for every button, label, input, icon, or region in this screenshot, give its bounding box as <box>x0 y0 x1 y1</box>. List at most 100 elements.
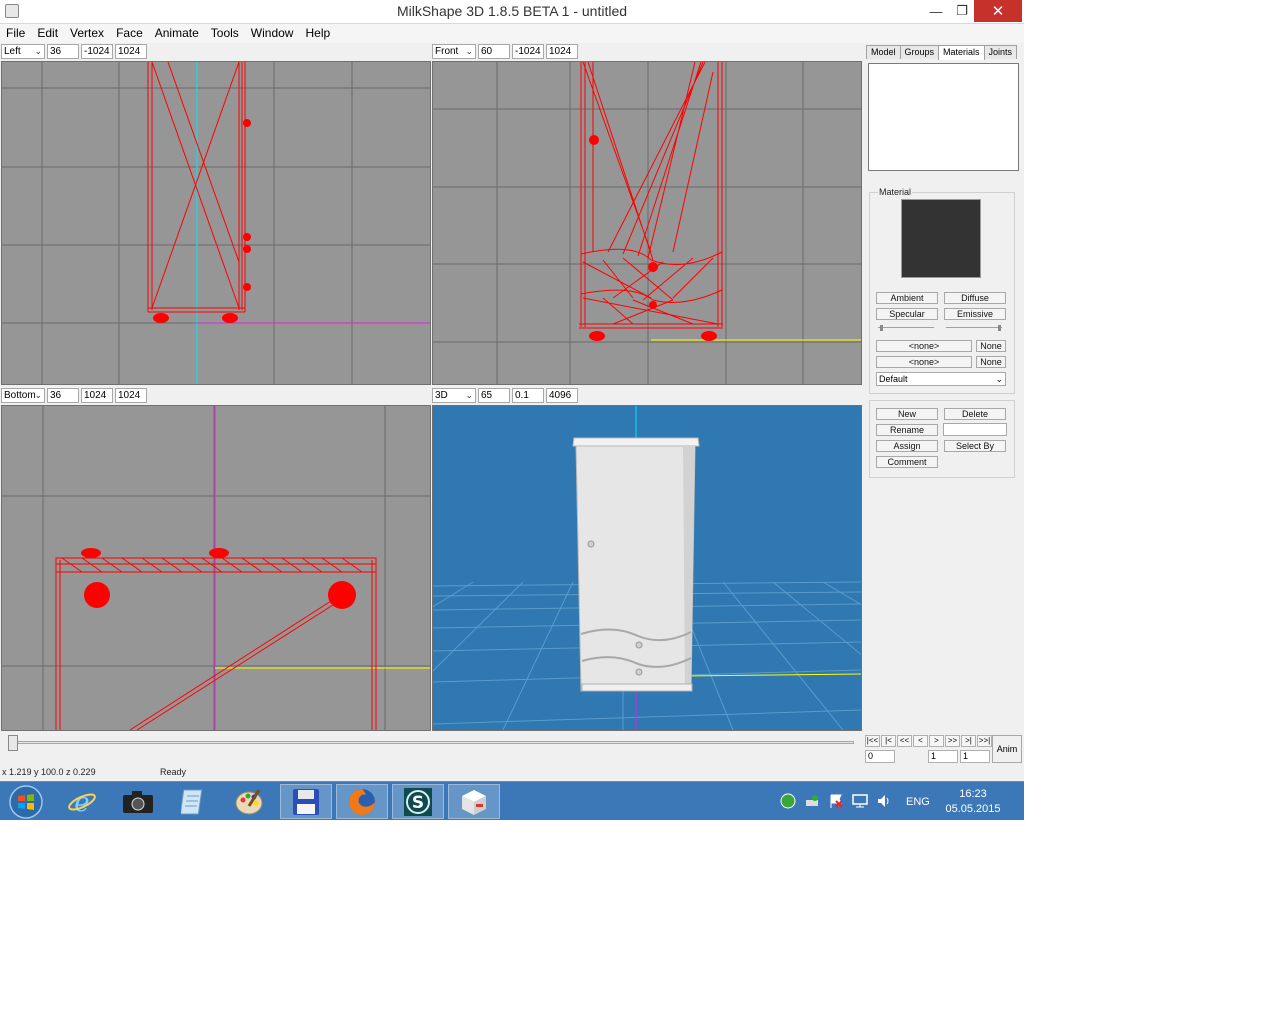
view-select-3d[interactable]: 3D ⌄ <box>432 388 476 403</box>
assign-button[interactable]: Assign <box>876 440 938 452</box>
menu-tools[interactable]: Tools <box>205 24 245 43</box>
current-frame-field[interactable]: 0 <box>865 750 895 763</box>
menu-vertex[interactable]: Vertex <box>64 24 110 43</box>
menu-edit[interactable]: Edit <box>31 24 64 43</box>
viewport-toolbar-left: Left ⌄ 36 -1024 1024 <box>1 43 147 60</box>
floppy-save-icon[interactable] <box>280 784 332 819</box>
language-indicator[interactable]: ENG <box>906 796 930 808</box>
start-frame-field[interactable]: 1 <box>928 750 958 763</box>
alpha-none-button[interactable]: None <box>976 356 1006 368</box>
milkshape-window: MilkShape 3D 1.8.5 BETA 1 - untitled — ❐… <box>0 0 1024 820</box>
near-field-front[interactable]: -1024 <box>512 44 544 59</box>
fast-forward-button[interactable]: >> <box>945 735 960 747</box>
start-button[interactable] <box>0 784 52 819</box>
viewport-toolbar-3d: 3D ⌄ 65 0.1 4096 <box>432 387 578 404</box>
menu-animate[interactable]: Animate <box>149 24 205 43</box>
taskbar-clock[interactable]: 16:23 05.05.2015 <box>942 787 1004 817</box>
diffuse-button[interactable]: Diffuse <box>944 292 1006 304</box>
far-field-front[interactable]: 1024 <box>546 44 578 59</box>
rename-input[interactable] <box>943 423 1007 436</box>
chevron-down-icon: ⌄ <box>34 46 42 56</box>
comment-button[interactable]: Comment <box>876 456 938 468</box>
delete-button[interactable]: Delete <box>944 408 1006 420</box>
notepad-icon[interactable] <box>168 784 220 819</box>
maximize-button[interactable]: ❐ <box>950 0 974 22</box>
next-frame-button[interactable]: > <box>929 735 944 747</box>
close-button[interactable]: ✕ <box>974 0 1022 22</box>
material-color-swatch[interactable] <box>901 199 981 278</box>
tray-tool-icon[interactable] <box>804 793 820 812</box>
near-field-3d[interactable]: 0.1 <box>512 388 544 403</box>
prev-frame-button[interactable]: < <box>913 735 928 747</box>
anim-button[interactable]: Anim <box>992 735 1022 763</box>
far-field-bottom[interactable]: 1024 <box>115 388 147 403</box>
internet-explorer-icon[interactable]: e <box>56 784 108 819</box>
slider-knob[interactable] <box>880 325 883 331</box>
clock-date: 05.05.2015 <box>945 803 1001 815</box>
emissive-button[interactable]: Emissive <box>944 308 1006 320</box>
material-mode-select[interactable]: Default ⌄ <box>876 372 1006 386</box>
select-by-button[interactable]: Select By <box>944 440 1006 452</box>
first-frame-button[interactable]: |<< <box>865 735 880 747</box>
milkshape-icon[interactable] <box>448 784 500 819</box>
ambient-button[interactable]: Ambient <box>876 292 938 304</box>
viewport-left[interactable] <box>1 61 431 385</box>
transparency-slider[interactable] <box>946 325 1002 333</box>
view-select-bottom[interactable]: Bottom ⌄ <box>1 388 45 403</box>
view-select-left[interactable]: Left ⌄ <box>1 44 45 59</box>
new-button[interactable]: New <box>876 408 938 420</box>
volume-icon[interactable] <box>876 793 892 812</box>
viewport-left-canvas <box>2 62 430 384</box>
view-select-front[interactable]: Front ⌄ <box>432 44 476 59</box>
display-icon[interactable] <box>852 793 868 812</box>
slider-knob[interactable] <box>998 325 1001 331</box>
shininess-slider[interactable] <box>878 325 934 333</box>
minimize-button[interactable]: — <box>922 0 950 22</box>
far-field-left[interactable]: 1024 <box>115 44 147 59</box>
viewport-front[interactable] <box>432 61 862 385</box>
status-text: Ready <box>160 767 187 777</box>
menu-face[interactable]: Face <box>110 24 149 43</box>
3ds-max-icon[interactable]: S <box>392 784 444 819</box>
near-field-left[interactable]: -1024 <box>81 44 113 59</box>
network-globe-icon[interactable] <box>780 793 796 812</box>
chevron-down-icon: ⌄ <box>465 390 473 400</box>
near-field-bottom[interactable]: 1024 <box>81 388 113 403</box>
next-key-button[interactable]: >| <box>961 735 976 747</box>
viewport-toolbar-bottom: Bottom ⌄ 36 1024 1024 <box>1 387 147 404</box>
svg-text:S: S <box>412 793 424 813</box>
menu-window[interactable]: Window <box>245 24 300 43</box>
end-frame-field[interactable]: 1 <box>960 750 990 763</box>
rewind-button[interactable]: << <box>897 735 912 747</box>
fov-field-left[interactable]: 36 <box>47 44 79 59</box>
timeline-track[interactable] <box>10 741 854 744</box>
action-center-flag-icon[interactable] <box>828 793 844 812</box>
prev-key-button[interactable]: |< <box>881 735 896 747</box>
timeline-thumb[interactable] <box>8 735 18 751</box>
viewport-3d[interactable] <box>432 405 862 731</box>
fov-field-front[interactable]: 60 <box>478 44 510 59</box>
fov-field-bottom[interactable]: 36 <box>47 388 79 403</box>
alpha-texture-button[interactable]: <none> <box>876 356 972 368</box>
menu-help[interactable]: Help <box>299 24 336 43</box>
specular-button[interactable]: Specular <box>876 308 938 320</box>
far-field-3d[interactable]: 4096 <box>546 388 578 403</box>
rename-button[interactable]: Rename <box>876 424 938 436</box>
animation-timeline <box>0 731 864 766</box>
camera-icon[interactable] <box>112 784 164 819</box>
materials-list[interactable] <box>868 63 1019 171</box>
texture-none-button[interactable]: None <box>976 340 1006 352</box>
tab-model[interactable]: Model <box>866 45 901 59</box>
windows-logo-icon <box>9 784 43 819</box>
tab-groups[interactable]: Groups <box>899 45 940 59</box>
texture-button[interactable]: <none> <box>876 340 972 352</box>
viewport-bottom[interactable] <box>1 405 431 731</box>
tab-materials[interactable]: Materials <box>938 45 985 60</box>
menu-file[interactable]: File <box>0 24 31 43</box>
viewport-3d-canvas <box>433 406 861 730</box>
firefox-icon[interactable] <box>336 784 388 819</box>
tab-joints[interactable]: Joints <box>983 45 1018 59</box>
paint-icon[interactable] <box>224 784 276 819</box>
fov-field-3d[interactable]: 65 <box>478 388 510 403</box>
last-frame-button[interactable]: >>| <box>977 735 992 747</box>
